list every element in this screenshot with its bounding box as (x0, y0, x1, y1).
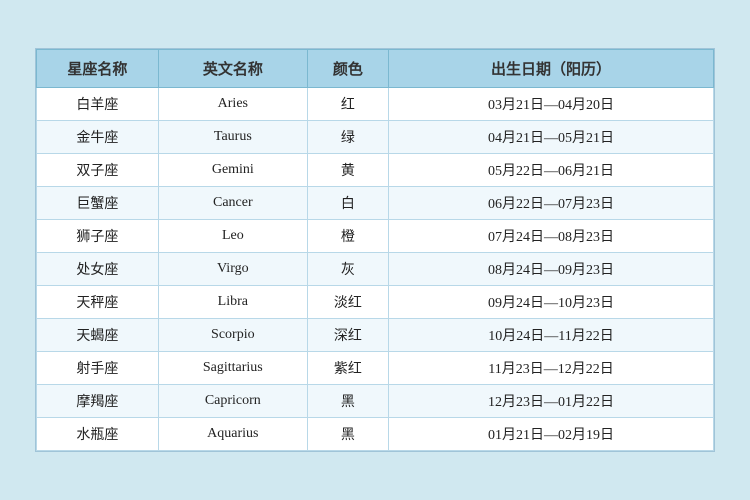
table-body: 白羊座Aries红03月21日—04月20日金牛座Taurus绿04月21日—0… (37, 88, 714, 451)
cell-date: 07月24日—08月23日 (389, 220, 714, 253)
cell-date: 12月23日—01月22日 (389, 385, 714, 418)
cell-cn: 射手座 (37, 352, 159, 385)
cell-date: 08月24日—09月23日 (389, 253, 714, 286)
cell-en: Taurus (158, 121, 307, 154)
cell-cn: 双子座 (37, 154, 159, 187)
cell-color: 淡红 (307, 286, 388, 319)
cell-cn: 天秤座 (37, 286, 159, 319)
cell-date: 11月23日—12月22日 (389, 352, 714, 385)
cell-cn: 狮子座 (37, 220, 159, 253)
cell-en: Cancer (158, 187, 307, 220)
cell-date: 05月22日—06月21日 (389, 154, 714, 187)
cell-color: 橙 (307, 220, 388, 253)
cell-color: 紫红 (307, 352, 388, 385)
table-row: 金牛座Taurus绿04月21日—05月21日 (37, 121, 714, 154)
cell-date: 03月21日—04月20日 (389, 88, 714, 121)
header-color: 颜色 (307, 50, 388, 88)
table-row: 水瓶座Aquarius黑01月21日—02月19日 (37, 418, 714, 451)
cell-en: Aquarius (158, 418, 307, 451)
cell-color: 黑 (307, 385, 388, 418)
cell-en: Scorpio (158, 319, 307, 352)
table-row: 白羊座Aries红03月21日—04月20日 (37, 88, 714, 121)
cell-cn: 水瓶座 (37, 418, 159, 451)
cell-en: Aries (158, 88, 307, 121)
cell-en: Libra (158, 286, 307, 319)
cell-color: 灰 (307, 253, 388, 286)
table-row: 摩羯座Capricorn黑12月23日—01月22日 (37, 385, 714, 418)
table-row: 双子座Gemini黄05月22日—06月21日 (37, 154, 714, 187)
cell-date: 09月24日—10月23日 (389, 286, 714, 319)
cell-color: 黑 (307, 418, 388, 451)
cell-date: 04月21日—05月21日 (389, 121, 714, 154)
table-header-row: 星座名称 英文名称 颜色 出生日期（阳历） (37, 50, 714, 88)
cell-cn: 巨蟹座 (37, 187, 159, 220)
cell-cn: 摩羯座 (37, 385, 159, 418)
cell-cn: 处女座 (37, 253, 159, 286)
table-row: 处女座Virgo灰08月24日—09月23日 (37, 253, 714, 286)
cell-color: 黄 (307, 154, 388, 187)
cell-date: 06月22日—07月23日 (389, 187, 714, 220)
table-row: 巨蟹座Cancer白06月22日—07月23日 (37, 187, 714, 220)
cell-date: 10月24日—11月22日 (389, 319, 714, 352)
cell-color: 白 (307, 187, 388, 220)
header-cn: 星座名称 (37, 50, 159, 88)
zodiac-table: 星座名称 英文名称 颜色 出生日期（阳历） 白羊座Aries红03月21日—04… (36, 49, 714, 451)
cell-cn: 白羊座 (37, 88, 159, 121)
cell-en: Leo (158, 220, 307, 253)
cell-en: Capricorn (158, 385, 307, 418)
zodiac-table-container: 星座名称 英文名称 颜色 出生日期（阳历） 白羊座Aries红03月21日—04… (35, 48, 715, 452)
cell-color: 深红 (307, 319, 388, 352)
cell-en: Gemini (158, 154, 307, 187)
cell-en: Sagittarius (158, 352, 307, 385)
cell-color: 红 (307, 88, 388, 121)
cell-cn: 金牛座 (37, 121, 159, 154)
header-date: 出生日期（阳历） (389, 50, 714, 88)
table-row: 天秤座Libra淡红09月24日—10月23日 (37, 286, 714, 319)
cell-cn: 天蝎座 (37, 319, 159, 352)
table-row: 射手座Sagittarius紫红11月23日—12月22日 (37, 352, 714, 385)
cell-date: 01月21日—02月19日 (389, 418, 714, 451)
cell-en: Virgo (158, 253, 307, 286)
cell-color: 绿 (307, 121, 388, 154)
table-row: 天蝎座Scorpio深红10月24日—11月22日 (37, 319, 714, 352)
table-row: 狮子座Leo橙07月24日—08月23日 (37, 220, 714, 253)
header-en: 英文名称 (158, 50, 307, 88)
